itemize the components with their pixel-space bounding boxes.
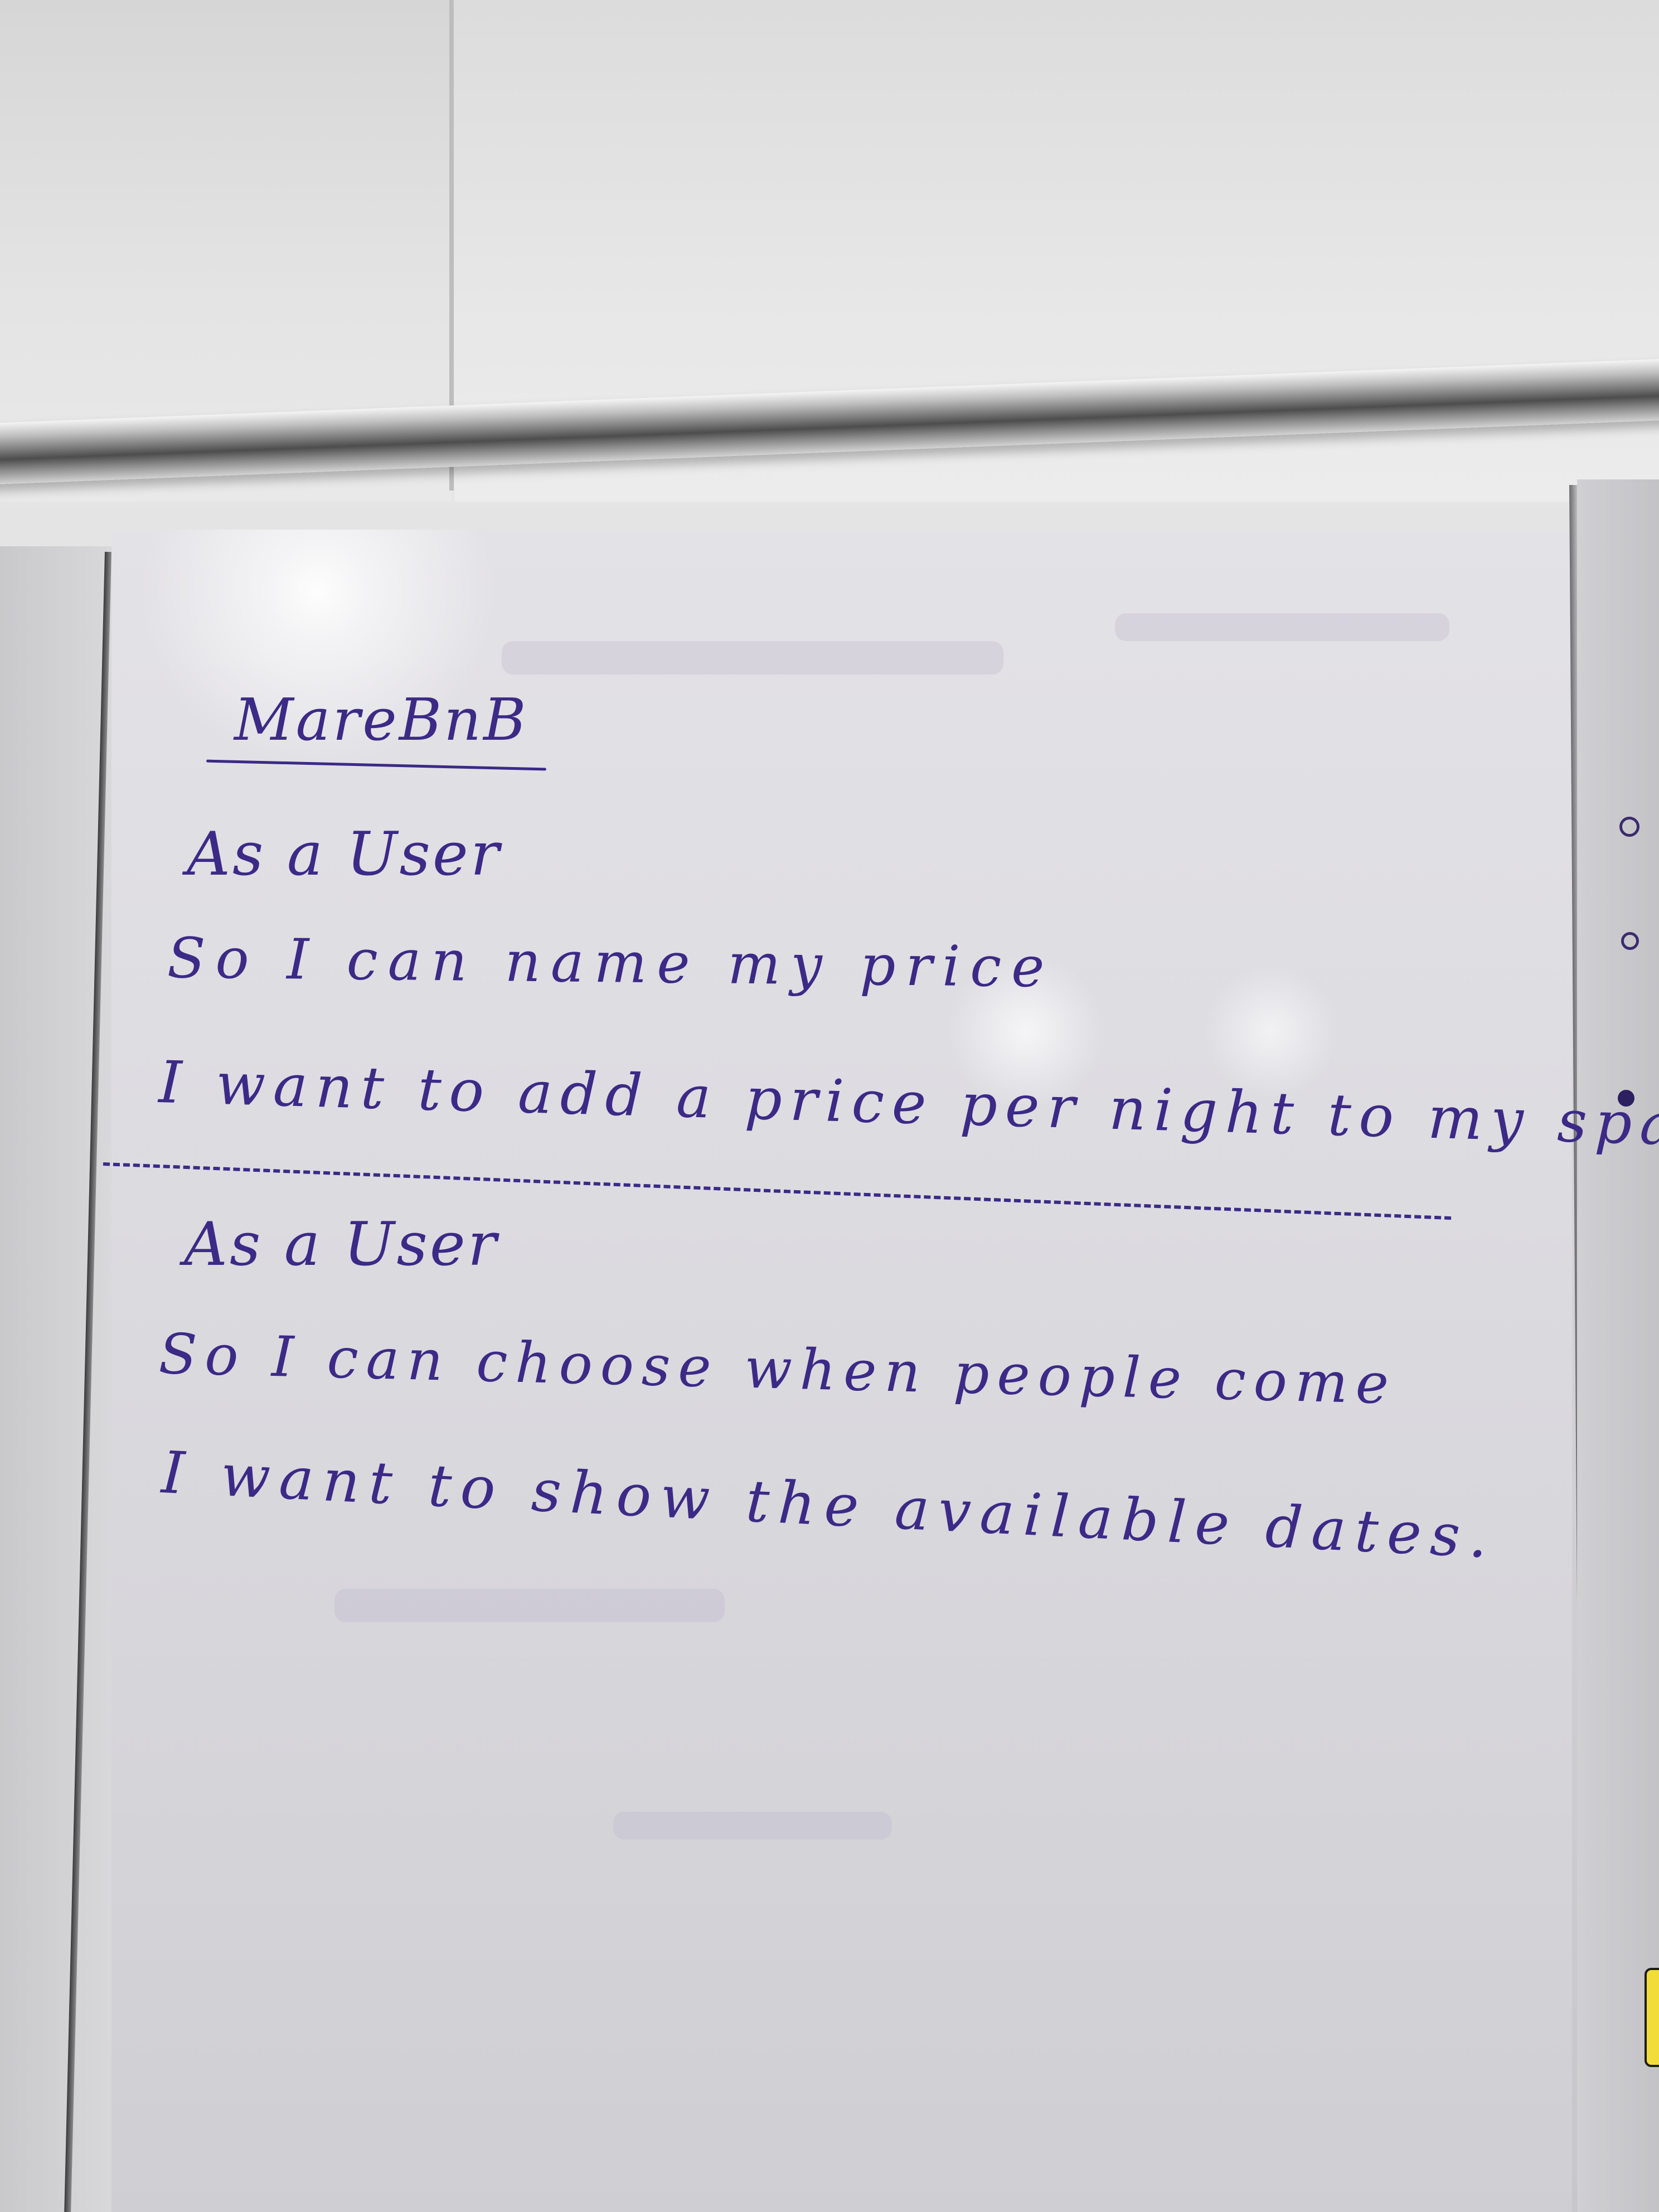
adjacent-board-right [1577, 479, 1659, 2212]
story-2-role: As a User [184, 1210, 499, 1279]
bullet-dot [1619, 817, 1639, 837]
story-1-goal: So I can name my price [167, 925, 1055, 1000]
board-title: MareBnB [234, 686, 528, 754]
adjacent-board-left [0, 546, 111, 2212]
ghost-mark [502, 641, 1003, 675]
ghost-mark [334, 1589, 725, 1622]
bullet-dot [1621, 932, 1639, 950]
story-1-role: As a User [187, 819, 502, 889]
yellow-magnet [1645, 1968, 1659, 2067]
ghost-mark [613, 1812, 892, 1840]
ghost-mark [1115, 613, 1449, 641]
whiteboard-photo: MareBnB As a User So I can name my price… [0, 0, 1659, 2212]
